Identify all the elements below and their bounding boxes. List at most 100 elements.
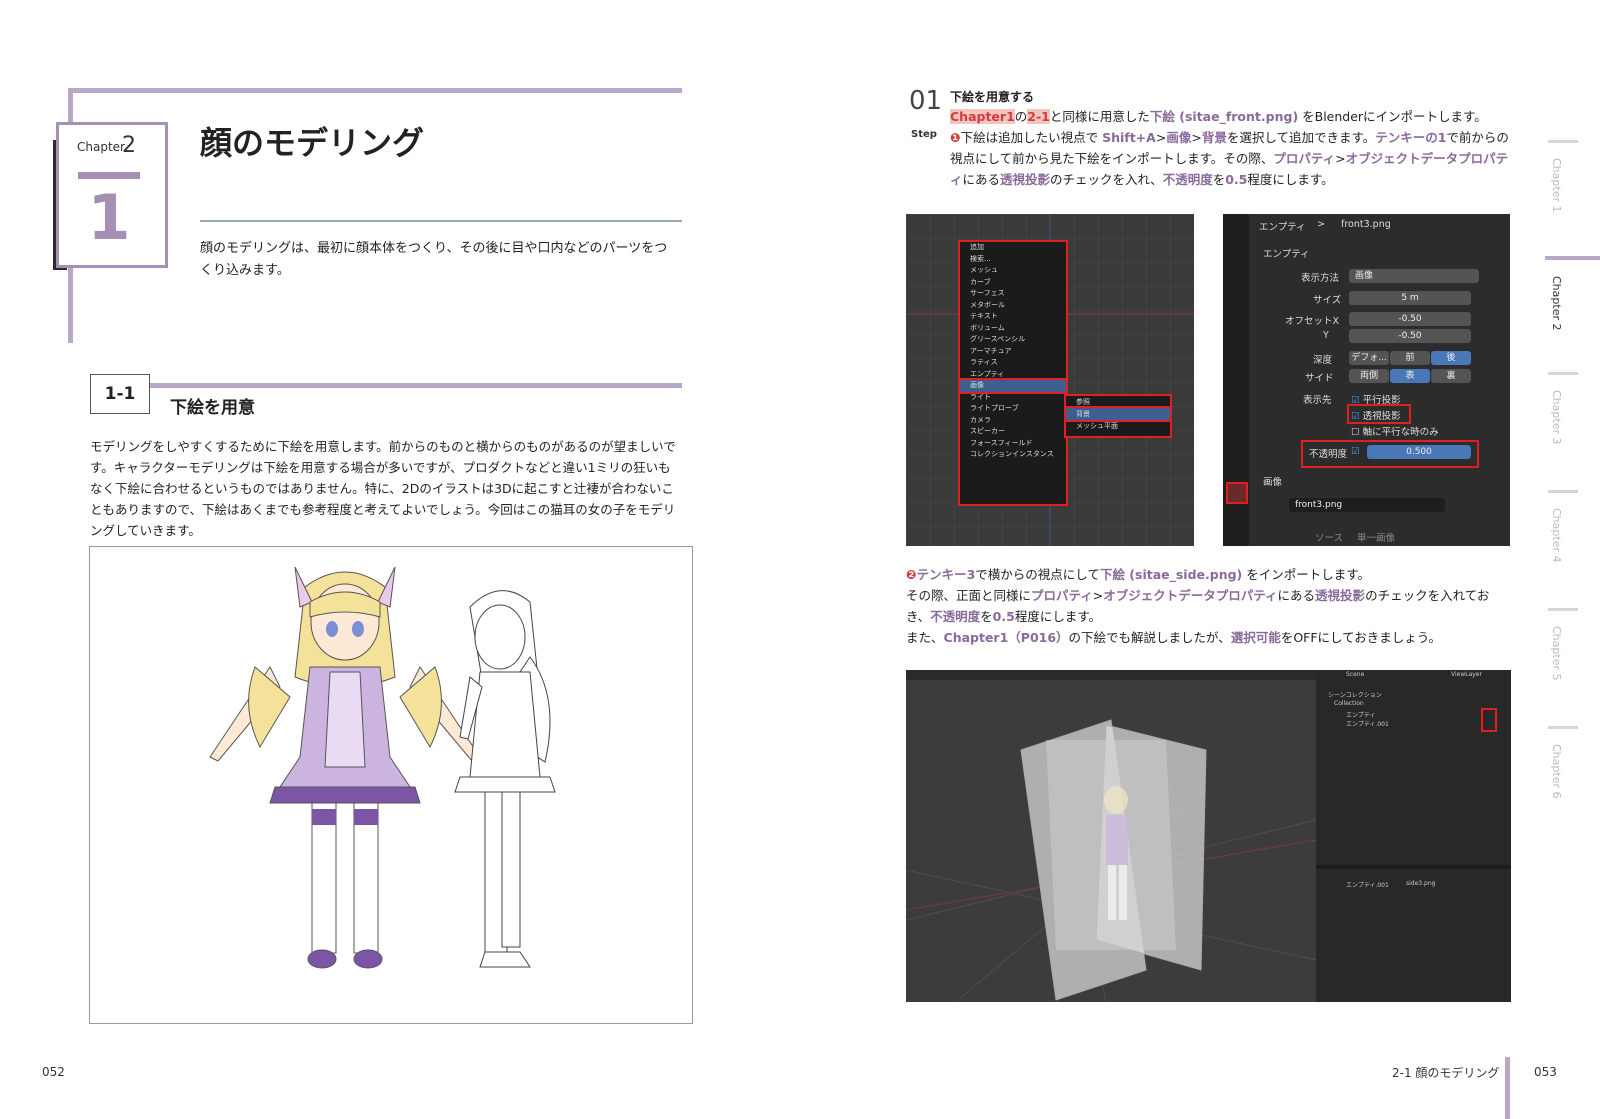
add-menu-item[interactable]: フォースフィールド [960, 438, 1066, 450]
side-front[interactable]: 表 [1390, 369, 1430, 383]
text: > [1335, 151, 1346, 166]
size-label: サイズ [1313, 295, 1342, 306]
text: をBlenderにインポートします。 [1298, 109, 1487, 124]
opacity-checkbox[interactable]: ☑ [1351, 446, 1360, 457]
source-label: ソース [1315, 533, 1344, 544]
side-back[interactable]: 裏 [1431, 369, 1471, 383]
text: の下絵でも解説しましたが、 [1068, 630, 1231, 645]
outliner-scene-collection[interactable]: シーンコレクション [1328, 690, 1382, 699]
source-value[interactable]: 単一画像 [1357, 530, 1395, 544]
step-paragraph-1: Chapter1の2-1と同様に用意した下絵 (sitae_front.png)… [950, 106, 1510, 127]
chapter-tab-3[interactable]: Chapter 3 [1550, 390, 1563, 444]
text: をOFFにしておきましょう。 [1280, 630, 1442, 645]
add-menu-item[interactable]: メタボール [960, 300, 1066, 312]
step-body-2: ❷テンキー3で横からの視点にして下絵 (sitae_side.png) をインポ… [906, 564, 1512, 648]
add-menu-item[interactable]: アーマチュア [960, 346, 1066, 358]
chapter-tab-2[interactable]: Chapter 2 [1550, 276, 1563, 330]
add-menu-item[interactable]: エンプティ [960, 369, 1066, 381]
add-menu-item[interactable]: グリースペンシル [960, 334, 1066, 346]
section-number-big: 1 [87, 181, 131, 254]
breadcrumb-separator: > [1317, 219, 1325, 230]
add-menu-screenshot: 追加 検索... メッシュ カーブ サーフェス メタボール テキスト ボリューム… [906, 214, 1194, 546]
title-divider [200, 220, 682, 222]
add-menu-item[interactable]: ボリューム [960, 323, 1066, 335]
chapter-tab-4[interactable]: Chapter 4 [1550, 508, 1563, 562]
text: と同様に用意した [1049, 109, 1150, 124]
add-menu-item[interactable]: ライトプローブ [960, 403, 1066, 415]
link-chapter1-p016: Chapter1（P016） [943, 630, 1069, 645]
tab-label: Chapter [1550, 626, 1563, 670]
menu-term: 透視投影 [1000, 172, 1051, 187]
add-menu-item[interactable]: カーブ [960, 277, 1066, 289]
add-menu-item[interactable]: テキスト [960, 311, 1066, 323]
axis-aligned-checkbox[interactable]: ☐ 軸に平行な時のみ [1351, 424, 1439, 438]
outliner-collection[interactable]: Collection [1334, 700, 1364, 707]
side-label: サイド [1305, 373, 1334, 384]
opacity-slider[interactable]: 0.500 [1367, 445, 1471, 459]
depth-front[interactable]: 前 [1390, 351, 1430, 365]
text: を選択して追加できます。 [1226, 130, 1376, 145]
image-name-field[interactable]: front3.png [1289, 498, 1445, 512]
step-number: 01 [909, 86, 943, 116]
lead-paragraph: 顔のモデリングは、最初に顔本体をつくり、その後に目や口内などのパーツをつくり込み… [200, 241, 668, 278]
add-menu-search[interactable]: 検索... [960, 254, 1066, 266]
add-menu-item[interactable]: コレクションインスタンス [960, 449, 1066, 461]
offset-y-label: Y [1323, 330, 1329, 341]
chapter-label: Chapter [77, 140, 125, 154]
highlight-perspective [1347, 404, 1411, 424]
menu-term: 画像 [1166, 130, 1192, 145]
outliner-empty-001[interactable]: エンプティ.001 [1346, 719, 1389, 728]
depth-default[interactable]: デフォ... [1349, 351, 1389, 365]
add-menu-item-image[interactable]: 画像 [958, 378, 1068, 394]
menu-term: 背景 [1201, 130, 1227, 145]
chapter-tab-1[interactable]: Chapter 1 [1550, 158, 1563, 212]
page-number-left: 052 [42, 1065, 65, 1079]
chapter-tab-6[interactable]: Chapter 6 [1550, 744, 1563, 798]
add-menu-item[interactable]: サーフェス [960, 288, 1066, 300]
tab-number: 5 [1550, 673, 1563, 681]
offset-x-field[interactable]: -0.50 [1349, 312, 1471, 326]
menu-term: プロパティ [1273, 151, 1336, 166]
size-field[interactable]: 5 m [1349, 291, 1471, 305]
text: > [1191, 130, 1202, 145]
add-menu-item[interactable]: メッシュ [960, 265, 1066, 277]
side-both[interactable]: 両側 [1349, 369, 1389, 383]
view-layer[interactable]: ViewLayer [1451, 671, 1482, 678]
text: にある [962, 172, 1001, 187]
text: 下絵は追加したい視点で [960, 130, 1103, 145]
outliner-empty[interactable]: エンプティ [1346, 710, 1375, 719]
add-menu-item[interactable]: ラティス [960, 357, 1066, 369]
step-paragraph-2: ❶下絵は追加したい視点で Shift+A>画像>背景を選択して追加できます。テン… [950, 127, 1510, 190]
running-footer-title: 2-1 顔のモデリング [1392, 1066, 1500, 1080]
object-data-tab-icon[interactable] [1226, 482, 1248, 504]
chapter-tab-5[interactable]: Chapter 5 [1550, 626, 1563, 680]
menu-term: オブジェクトデータプロパティ [1103, 588, 1278, 603]
footer-bar [1505, 1057, 1510, 1119]
add-menu-item[interactable]: カメラ [960, 415, 1066, 427]
add-menu-header: 追加 [970, 243, 984, 251]
submenu-item[interactable]: 参照 [1066, 396, 1170, 408]
empty-section-header[interactable]: エンプティ [1263, 246, 1310, 260]
depth-back[interactable]: 後 [1431, 351, 1471, 365]
tab-number: 6 [1550, 791, 1563, 799]
link-2-1: 2-1 [1027, 109, 1050, 124]
add-menu: 追加 検索... メッシュ カーブ サーフェス メタボール テキスト ボリューム… [958, 240, 1068, 506]
add-menu-item[interactable]: ライト [960, 392, 1066, 404]
image-section-header[interactable]: 画像 [1263, 474, 1282, 488]
display-label: 表示方法 [1301, 273, 1340, 284]
character-reference-figure [89, 546, 693, 1024]
scene-name[interactable]: Scene [1346, 671, 1364, 678]
add-menu-item[interactable]: スピーカー [960, 426, 1066, 438]
character-illustration [209, 566, 556, 969]
display-select[interactable]: 画像 [1349, 269, 1479, 283]
tab-label: Chapter [1550, 390, 1563, 434]
menu-term: 選択可能 [1230, 630, 1281, 645]
chapter-tab-6-line [1548, 726, 1578, 729]
submenu-item[interactable]: メッシュ平面 [1066, 420, 1170, 432]
depth-label: 深度 [1313, 355, 1333, 366]
submenu-item-background[interactable]: 背景 [1064, 406, 1172, 422]
header-top-rule [68, 88, 682, 93]
text: をインポートします。 [1242, 567, 1371, 582]
offset-y-field[interactable]: -0.50 [1349, 329, 1471, 343]
text: の [1014, 109, 1028, 124]
